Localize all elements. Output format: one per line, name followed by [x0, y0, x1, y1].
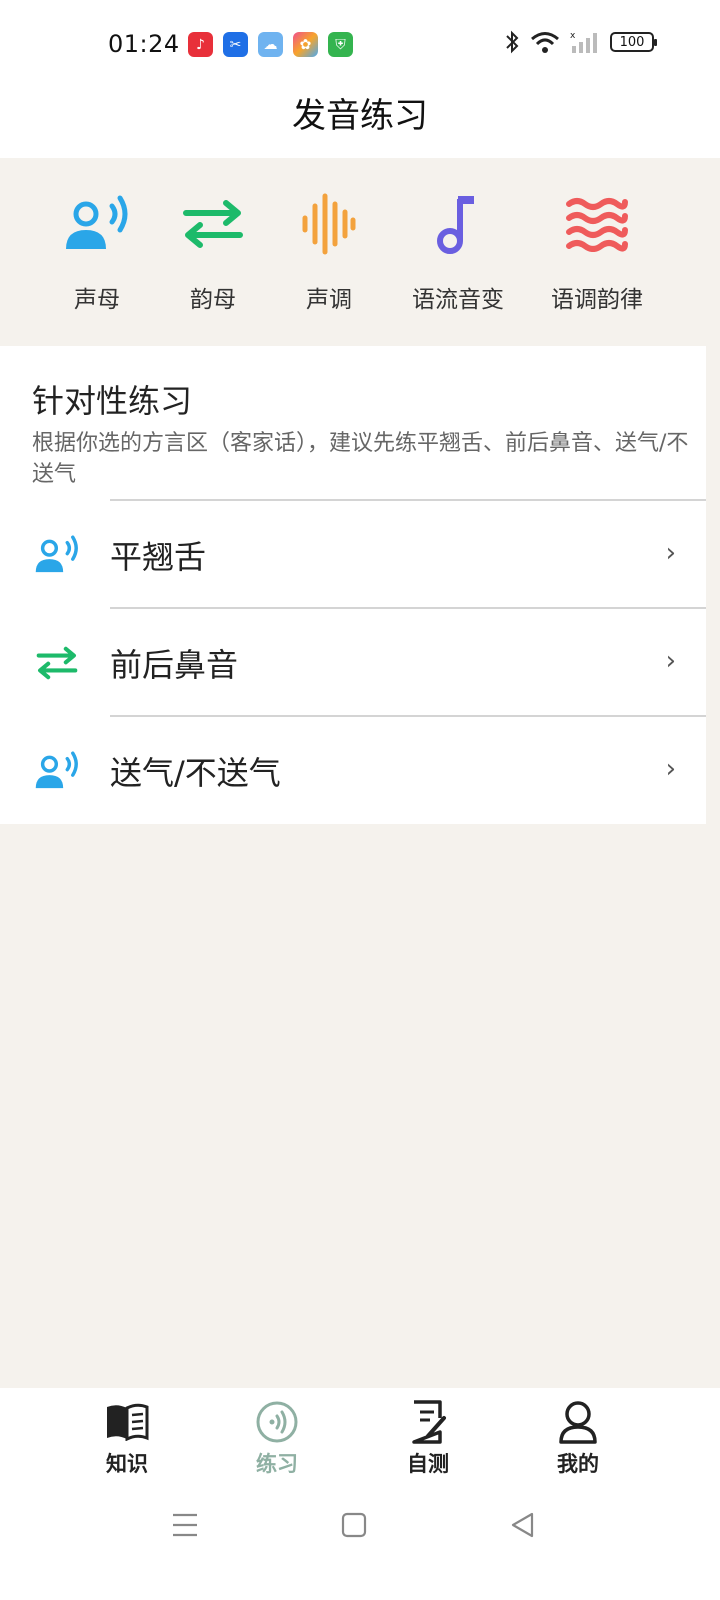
home-icon[interactable] — [329, 1500, 379, 1550]
bluetooth-icon — [506, 30, 519, 54]
menu-icon[interactable] — [160, 1500, 210, 1550]
tab-knowledge[interactable]: 知识 — [72, 1398, 182, 1478]
tab-practice[interactable]: 练习 — [222, 1398, 332, 1478]
test-edit-icon — [373, 1398, 483, 1446]
security-app-icon: ⛨ — [328, 32, 353, 57]
photos-app-icon: ✿ — [293, 32, 318, 57]
svg-text:x: x — [570, 31, 576, 41]
tab-label: 练习 — [256, 1452, 298, 1476]
system-icons: x 100 — [504, 30, 657, 54]
tab-mine[interactable]: 我的 — [523, 1398, 633, 1478]
waves-icon — [537, 188, 657, 260]
category-yunmu[interactable]: 韵母 — [153, 188, 273, 314]
bottom-nav: 知识 练习 自测 我的 — [0, 1388, 720, 1600]
practice-item-label: 前后鼻音 — [110, 646, 239, 684]
tab-label: 我的 — [557, 1452, 599, 1476]
chevron-right-icon: › — [665, 646, 676, 676]
chevron-right-icon: › — [665, 538, 676, 568]
signal-icon: x — [570, 31, 597, 53]
speaker-person-icon — [37, 188, 157, 260]
tab-self-test[interactable]: 自测 — [373, 1398, 483, 1478]
section-title: 针对性练习 — [32, 382, 193, 420]
book-icon — [72, 1398, 182, 1446]
swap-arrows-icon — [153, 188, 273, 260]
category-yudiao-yunlv[interactable]: 语调韵律 — [537, 188, 657, 314]
chevron-right-icon: › — [665, 754, 676, 784]
system-nav-bar — [0, 1500, 720, 1550]
user-icon — [523, 1398, 633, 1446]
music-note-icon — [398, 188, 518, 260]
wifi-icon — [531, 32, 559, 53]
category-label: 声母 — [74, 287, 120, 313]
practice-item-label: 平翘舌 — [110, 538, 207, 576]
practice-item-label: 送气/不送气 — [110, 754, 281, 792]
divider — [110, 499, 706, 501]
practice-item-qianhou-biyin[interactable]: 前后鼻音 › — [0, 610, 706, 716]
divider — [110, 607, 706, 609]
targeted-practice-card: 针对性练习 根据你选的方言区（客家话），建议先练平翘舌、前后鼻音、送气/不送气 … — [0, 346, 706, 824]
speaker-person-icon — [32, 748, 82, 794]
practice-item-songqi[interactable]: 送气/不送气 › — [0, 718, 706, 824]
category-label: 语流音变 — [412, 287, 504, 313]
back-icon[interactable] — [498, 1500, 548, 1550]
swap-arrows-icon — [32, 640, 82, 686]
weather-app-icon: ☁ — [258, 32, 283, 57]
category-strip: 声母 韵母 声调 语流音变 语调韵律 — [0, 158, 720, 346]
page-title: 发音练习 — [292, 96, 428, 136]
category-label: 韵母 — [190, 287, 236, 313]
app-header: 发音练习 — [0, 92, 720, 158]
category-label: 声调 — [306, 287, 352, 313]
sound-wave-icon — [269, 188, 389, 260]
status-bar: 01:24 ♪ ✂ ☁ ✿ ⛨ x 100 — [0, 0, 720, 92]
tab-label: 自测 — [407, 1452, 449, 1476]
section-description: 根据你选的方言区（客家话），建议先练平翘舌、前后鼻音、送气/不送气 — [32, 431, 689, 487]
speaker-person-icon — [32, 532, 82, 578]
battery-icon: 100 — [610, 32, 657, 52]
practice-audio-icon — [222, 1398, 332, 1446]
music-app-icon: ♪ — [188, 32, 213, 57]
category-shengdiao[interactable]: 声调 — [269, 188, 389, 314]
category-label: 语调韵律 — [551, 287, 643, 313]
category-yuliu-yinbian[interactable]: 语流音变 — [398, 188, 518, 314]
divider — [110, 715, 706, 717]
status-time: 01:24 — [108, 30, 180, 58]
category-shengmu[interactable]: 声母 — [37, 188, 157, 314]
notification-icons: ♪ ✂ ☁ ✿ ⛨ — [188, 32, 353, 57]
scissors-app-icon: ✂ — [223, 32, 248, 57]
practice-item-pingqiaoshe[interactable]: 平翘舌 › — [0, 502, 706, 608]
tab-label: 知识 — [106, 1452, 148, 1476]
